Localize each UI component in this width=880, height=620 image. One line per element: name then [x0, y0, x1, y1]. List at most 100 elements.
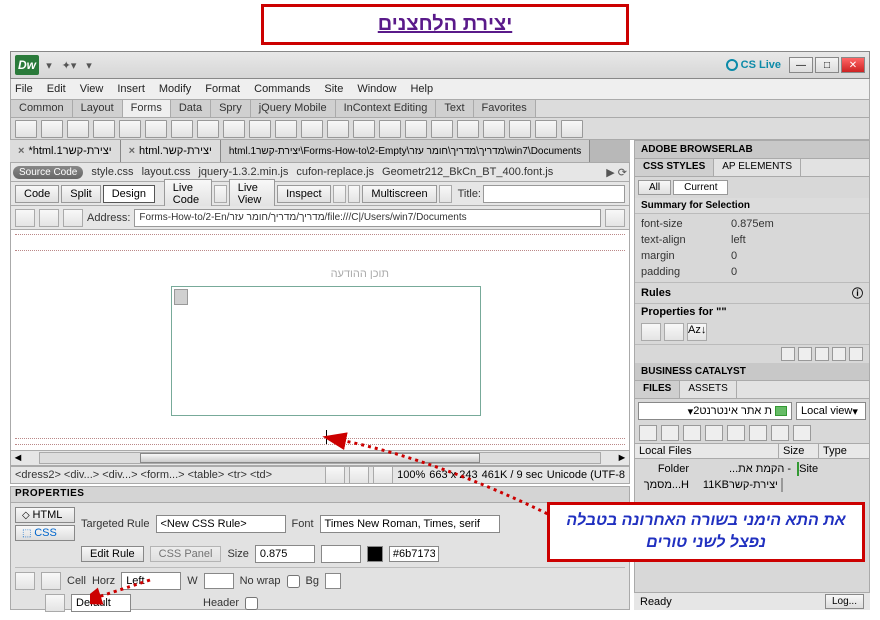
extra-dropdown-icon[interactable]: ▾ — [79, 59, 99, 72]
vert-select[interactable]: Default — [71, 594, 131, 612]
size-unit-select[interactable] — [321, 545, 361, 563]
spry-textfield-icon[interactable] — [405, 120, 427, 138]
inspect-icon[interactable] — [214, 185, 227, 203]
current-button[interactable]: Current — [673, 180, 728, 195]
font-select[interactable]: Times New Roman, Times, serif — [320, 515, 500, 533]
spry-select-icon[interactable] — [483, 120, 505, 138]
get-icon[interactable] — [683, 425, 701, 441]
refresh-icon[interactable] — [348, 185, 361, 203]
insert-tab-text[interactable]: Text — [436, 100, 473, 117]
liveview-button[interactable]: Live View — [229, 179, 275, 209]
inspect-button[interactable]: Inspect — [277, 185, 330, 203]
close-icon[interactable]: × — [129, 145, 135, 157]
css-mode-button[interactable]: ⬚ CSS — [15, 525, 75, 541]
close-button[interactable]: ✕ — [841, 57, 865, 73]
targeted-rule-select[interactable]: <New CSS Rule> — [156, 515, 286, 533]
go-icon[interactable] — [605, 209, 625, 227]
assets-tab[interactable]: ASSETS — [680, 381, 736, 398]
back-icon[interactable] — [15, 209, 35, 227]
radio-icon[interactable] — [171, 120, 193, 138]
menu-help[interactable]: Help — [410, 83, 433, 95]
checkbox-icon[interactable] — [119, 120, 141, 138]
log-button[interactable]: Log... — [825, 594, 864, 609]
menu-view[interactable]: View — [80, 83, 104, 95]
insert-tab-favorites[interactable]: Favorites — [474, 100, 536, 117]
css-prop[interactable]: margin — [641, 250, 731, 262]
spry-password-icon[interactable] — [509, 120, 531, 138]
all-button[interactable]: All — [638, 180, 671, 195]
source-code-button[interactable]: Source Code — [13, 166, 83, 179]
css-styles-tab[interactable]: CSS STYLES — [635, 159, 714, 176]
menu-file[interactable]: File — [15, 83, 33, 95]
expand-icon[interactable] — [793, 425, 811, 441]
doc-tab-2[interactable]: יצירת-קשר.html× — [121, 140, 221, 162]
preview-icon[interactable] — [439, 185, 452, 203]
related-file[interactable]: Geometr212_BkCn_BT_400.font.js — [382, 166, 553, 178]
design-view-button[interactable]: Design — [103, 185, 155, 203]
color-input[interactable] — [389, 546, 439, 562]
tree-root[interactable]: Site - הקמת את... Folder — [639, 461, 865, 477]
imagefield-icon[interactable] — [275, 120, 297, 138]
attach-css-icon[interactable] — [781, 347, 795, 361]
ap-elements-tab[interactable]: AP ELEMENTS — [714, 159, 801, 176]
hand-tool-icon[interactable] — [349, 466, 369, 484]
textarea-icon[interactable] — [93, 120, 115, 138]
label-icon[interactable] — [353, 120, 375, 138]
spry-radiogroup-icon[interactable] — [561, 120, 583, 138]
insert-tab-common[interactable]: Common — [11, 100, 73, 117]
design-canvas[interactable]: תוכן ההודעה — [10, 230, 630, 466]
doc-tab-1[interactable]: יצירת-קשר1.html*× — [10, 140, 121, 162]
files-tab[interactable]: FILES — [635, 381, 680, 398]
scroll-thumb[interactable] — [140, 453, 480, 463]
insert-tab-data[interactable]: Data — [171, 100, 211, 117]
livecode-button[interactable]: Live Code — [164, 179, 212, 209]
form-icon[interactable] — [15, 120, 37, 138]
related-file[interactable]: jquery-1.3.2.min.js — [198, 166, 288, 178]
insert-tab-jquery[interactable]: jQuery Mobile — [251, 100, 336, 117]
menu-window[interactable]: Window — [357, 83, 396, 95]
multiscreen-button[interactable]: Multiscreen — [362, 185, 436, 203]
insert-tab-spry[interactable]: Spry — [211, 100, 251, 117]
fieldset-icon[interactable] — [379, 120, 401, 138]
tag-selector[interactable]: <dress2> <div...> <div...> <form...> <ta… — [11, 469, 325, 481]
browser-icon[interactable] — [333, 185, 346, 203]
size-select[interactable]: 0.875 — [255, 545, 315, 563]
layout-dropdown-icon[interactable]: ▾ — [39, 59, 59, 72]
scrollbar-thumb[interactable] — [174, 289, 188, 305]
menu-edit[interactable]: Edit — [47, 83, 66, 95]
workspace-dropdown-icon[interactable]: ✦▾ — [59, 59, 79, 72]
forward-icon[interactable] — [39, 209, 59, 227]
split-cell-cursor-icon[interactable] — [45, 594, 65, 612]
related-file[interactable]: cufon-replace.js — [296, 166, 374, 178]
maximize-button[interactable]: □ — [815, 57, 839, 73]
menu-insert[interactable]: Insert — [117, 83, 145, 95]
site-select[interactable]: ת אתר אינטרנט2 ▾ — [638, 402, 792, 420]
tree-file[interactable]: יצירת-קשר 11KBH...מסמך — [639, 477, 865, 493]
az-sort-icon[interactable]: Az↓ — [687, 323, 707, 341]
disable-icon[interactable] — [832, 347, 846, 361]
header-checkbox[interactable] — [245, 597, 258, 610]
list-view-icon[interactable] — [664, 323, 684, 341]
zoom-level[interactable]: 100% — [397, 469, 425, 481]
edit-rule-button[interactable]: Edit Rule — [81, 546, 144, 562]
spry-checkbox-icon[interactable] — [457, 120, 479, 138]
split-cell-icon[interactable] — [41, 572, 61, 590]
category-view-icon[interactable] — [641, 323, 661, 341]
insert-tab-layout[interactable]: Layout — [73, 100, 123, 117]
css-prop[interactable]: text-align — [641, 234, 731, 246]
css-prop[interactable]: padding — [641, 266, 731, 278]
insert-tab-incontext[interactable]: InContext Editing — [336, 100, 437, 117]
button-icon[interactable] — [327, 120, 349, 138]
bg-swatch[interactable] — [325, 573, 341, 589]
properties-header[interactable]: PROPERTIES — [10, 486, 630, 503]
w-input[interactable] — [204, 573, 234, 589]
horizontal-scrollbar[interactable]: ◄ ► — [10, 450, 630, 466]
close-icon[interactable]: × — [18, 145, 24, 157]
split-view-button[interactable]: Split — [61, 185, 100, 203]
jumpmenu-icon[interactable] — [249, 120, 271, 138]
spry-textarea-icon[interactable] — [431, 120, 453, 138]
browserlab-header[interactable]: ADOBE BROWSERLAB — [635, 141, 869, 159]
new-rule-icon[interactable] — [798, 347, 812, 361]
minimize-button[interactable]: — — [789, 57, 813, 73]
view-select[interactable]: Local view ▾ — [796, 402, 866, 420]
